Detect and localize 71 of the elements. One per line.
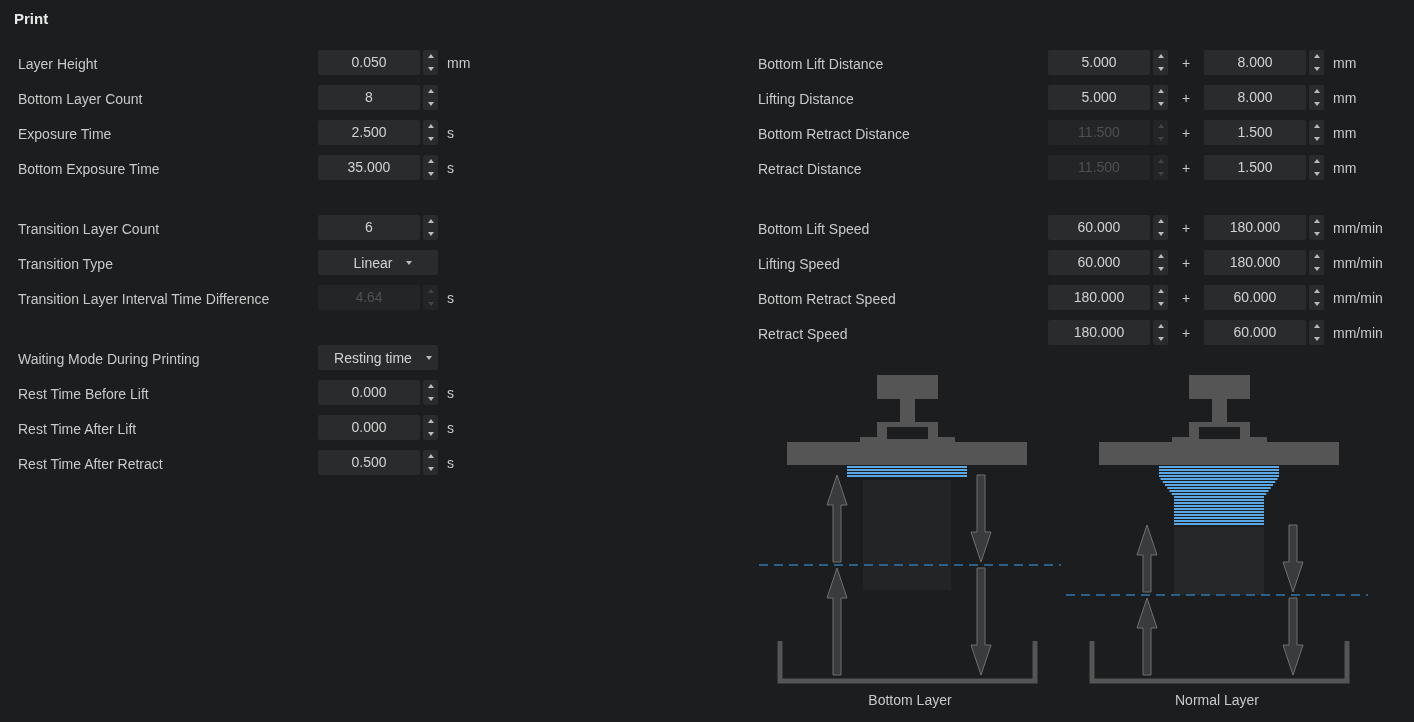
unit-label: mm [1333,89,1357,106]
unit-label: s [447,124,454,141]
number-field[interactable]: 0.000 [318,380,420,405]
plus-sign: + [1180,159,1192,176]
dropdown[interactable]: Linear [318,250,438,275]
setting-label: Rest Time Before Lift [18,385,150,402]
unit-label: mm [1333,54,1357,71]
number-field[interactable]: 5.000 [1048,85,1150,110]
setting-label: Rest Time After Retract [18,455,164,472]
setting-label: Retract Distance [758,160,863,177]
number-field[interactable]: 8.000 [1204,50,1306,75]
number-field[interactable]: 0.500 [318,450,420,475]
setting-label: Rest Time After Lift [18,420,138,437]
unit-label: s [447,454,454,471]
number-field[interactable]: 60.000 [1204,320,1306,345]
number-field[interactable]: 180.000 [1048,320,1150,345]
caret-icon [425,355,432,360]
unit-label: mm/min [1333,324,1383,341]
diagram-caption: Normal Layer [1175,692,1259,708]
number-field[interactable]: 60.000 [1048,250,1150,275]
setting-label: Lifting Distance [758,90,855,107]
unit-label: mm [1333,124,1357,141]
number-field[interactable]: 180.000 [1048,285,1150,310]
number-field[interactable]: 1.500 [1204,120,1306,145]
number-field[interactable]: 35.000 [318,155,420,180]
setting-label: Bottom Lift Speed [758,220,871,237]
setting-label: Exposure Time [18,125,113,142]
number-field[interactable]: 8.000 [1204,85,1306,110]
plus-sign: + [1180,289,1192,306]
number-field[interactable]: 0.050 [318,50,420,75]
number-field[interactable]: 180.000 [1204,215,1306,240]
unit-label: s [447,384,454,401]
diagram-caption: Bottom Layer [868,692,952,708]
number-field[interactable]: 2.500 [318,120,420,145]
number-field[interactable]: 60.000 [1204,285,1306,310]
setting-label: Transition Layer Count [18,220,161,237]
setting-label: Bottom Layer Count [18,90,144,107]
unit-label: s [447,289,454,306]
plus-sign: + [1180,89,1192,106]
number-field[interactable]: 5.000 [1048,50,1150,75]
setting-label: Layer Height [18,55,99,72]
number-field[interactable]: 180.000 [1204,250,1306,275]
setting-label: Bottom Retract Speed [758,290,897,307]
number-field[interactable]: 6 [318,215,420,240]
number-field[interactable]: 0.000 [318,415,420,440]
plus-sign: + [1180,254,1192,271]
unit-label: mm [447,54,471,71]
section-title: Print [14,9,50,29]
dropdown[interactable]: Resting time [318,345,438,370]
setting-label: Transition Type [18,255,114,272]
unit-label: s [447,419,454,436]
setting-label: Waiting Mode During Printing [18,350,201,367]
number-field[interactable]: 1.500 [1204,155,1306,180]
setting-label: Bottom Retract Distance [758,125,911,142]
setting-label: Retract Speed [758,325,849,342]
unit-label: mm/min [1333,254,1383,271]
plus-sign: + [1180,54,1192,71]
setting-label: Bottom Lift Distance [758,55,885,72]
unit-label: mm/min [1333,289,1383,306]
unit-label: mm [1333,159,1357,176]
plus-sign: + [1180,219,1192,236]
unit-label: mm/min [1333,219,1383,236]
number-field[interactable]: 60.000 [1048,215,1150,240]
setting-label: Bottom Exposure Time [18,160,161,177]
number-field[interactable]: 8 [318,85,420,110]
setting-label: Transition Layer Interval Time Difference [18,290,271,307]
unit-label: s [447,159,454,176]
setting-label: Lifting Speed [758,255,841,272]
plus-sign: + [1180,324,1192,341]
plus-sign: + [1180,124,1192,141]
caret-icon [406,260,413,265]
